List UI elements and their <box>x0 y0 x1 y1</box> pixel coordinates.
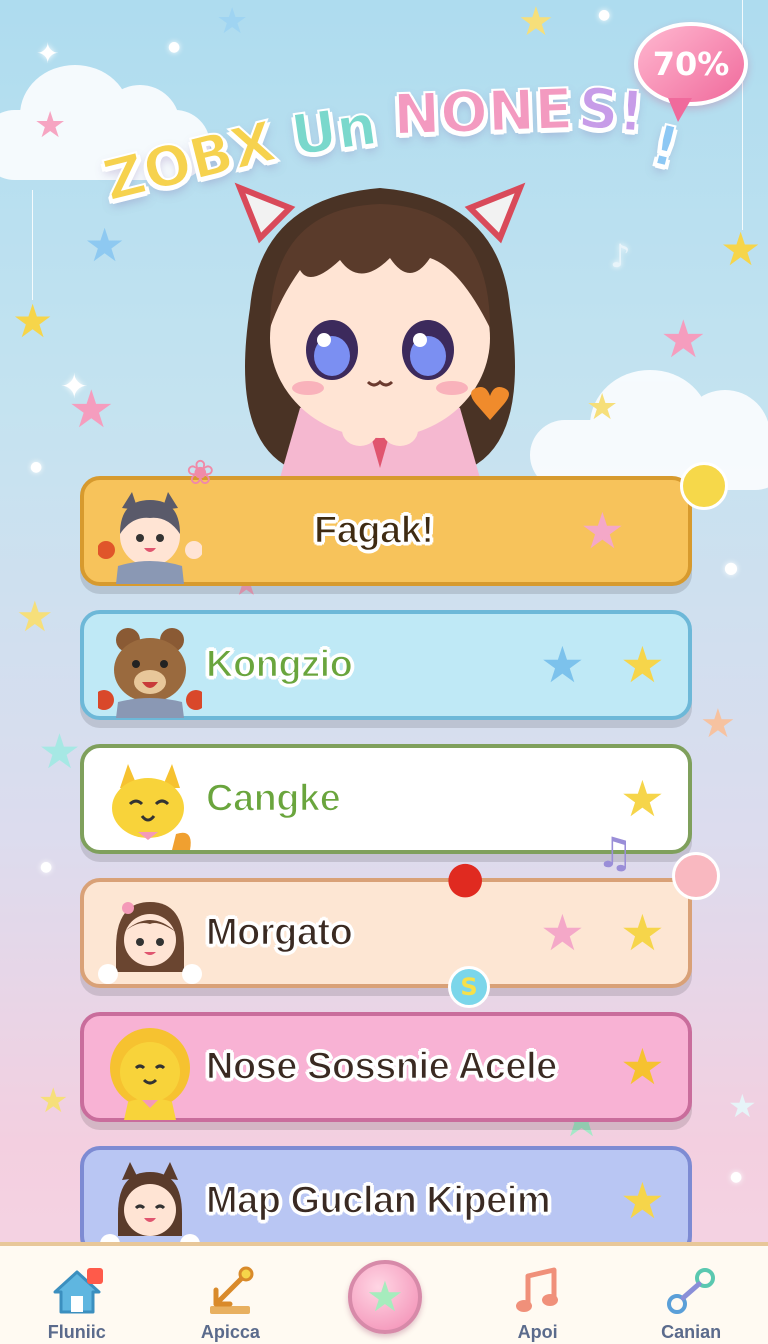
arrow-tool-icon <box>210 1266 254 1314</box>
nav-apicca[interactable]: Apicca <box>160 1246 300 1344</box>
menu-item-label: Morgato <box>205 911 353 955</box>
music-note-icon <box>515 1267 558 1312</box>
sparkle-icon: ● <box>598 7 611 23</box>
center-star-button[interactable]: ★ <box>348 1260 422 1334</box>
menu-item-kongzio[interactable]: Kongzio ★ ★ <box>80 610 692 720</box>
menu-item-label: Cangke <box>205 777 341 821</box>
hanging-star-icon: ★ <box>720 222 762 276</box>
ball-icon: ● <box>446 852 485 903</box>
avatar <box>98 492 202 584</box>
progress-value: 70% <box>652 45 730 83</box>
music-note-icon: ♫ <box>596 828 634 877</box>
nav-label: Apoi <box>517 1322 558 1342</box>
sparkle-icon: ● <box>30 459 43 475</box>
hero-character <box>234 182 526 478</box>
menu-item-label: Fagak! <box>313 509 434 553</box>
star-icon: ★ <box>620 1038 665 1096</box>
nav-home[interactable]: Fluniic <box>7 1246 147 1344</box>
nav-label: Apicca <box>200 1322 260 1342</box>
star-icon: ★ <box>586 387 619 428</box>
nav-canian[interactable]: Canian <box>621 1246 761 1344</box>
menu-item-map-guclan-kipeim[interactable]: Map Guclan Kipeim ★ <box>80 1146 692 1256</box>
star-icon: ★ <box>540 636 585 694</box>
star-icon: ★ <box>580 502 625 560</box>
star-icon: ★ <box>34 105 67 146</box>
sparkle-icon: ● <box>40 859 53 875</box>
avatar <box>100 1162 200 1254</box>
star-icon: ★ <box>518 0 554 45</box>
emoji-icon <box>680 462 728 510</box>
sparkle-icon: ✦ <box>36 37 60 70</box>
star-icon: ★ <box>16 592 54 641</box>
star-icon: ★ <box>660 310 707 370</box>
hanging-string <box>742 0 743 230</box>
gift-icon: ❀ <box>186 453 215 493</box>
sparkle-icon: ● <box>730 1169 743 1185</box>
hanging-string <box>32 190 33 300</box>
avatar <box>112 764 191 850</box>
notification-badge <box>86 1268 103 1284</box>
nav-label: Canian <box>661 1322 722 1342</box>
menu-item-label: Kongzio <box>205 643 353 687</box>
menu-item-fagak[interactable]: Fagak! ★ <box>80 476 692 586</box>
sparkle-icon: ● <box>724 558 738 577</box>
star-icon: ★ <box>620 636 665 694</box>
hanging-star-icon: ★ <box>12 294 54 348</box>
star-icon: ★ <box>216 1 249 42</box>
star-icon: ★ <box>540 904 585 962</box>
star-icon: ★ <box>620 904 665 962</box>
star-icon: ★ <box>700 701 736 747</box>
nav-apoi[interactable]: Apoi <box>468 1246 608 1344</box>
avatar <box>98 628 202 718</box>
star-icon: ★ <box>620 770 665 828</box>
sparkle-icon: ✦ <box>60 367 89 407</box>
coin-icon: S <box>448 966 490 1008</box>
link-icon <box>667 1268 716 1314</box>
avatar <box>110 1028 190 1120</box>
sparkle-icon: ● <box>168 39 181 55</box>
emoji-icon <box>672 852 720 900</box>
menu-item-morgato[interactable]: Morgato ★ ★ <box>80 878 692 988</box>
star-icon: ★ <box>620 1172 665 1230</box>
star-icon: ★ <box>38 724 82 780</box>
menu-item-nose-sossnie-acele[interactable]: Nose Sossnie Acele ★ <box>80 1012 692 1122</box>
menu-item-label: Map Guclan Kipeim <box>205 1179 551 1223</box>
star-icon: ★ <box>366 1272 404 1321</box>
avatar <box>98 902 202 984</box>
star-icon: ★ <box>728 1087 757 1125</box>
star-icon: ★ <box>38 1081 69 1121</box>
nav-label: Fluniic <box>47 1322 106 1342</box>
menu-item-label: Nose Sossnie Acele <box>205 1045 558 1089</box>
progress-bubble[interactable]: 70% <box>634 22 748 122</box>
